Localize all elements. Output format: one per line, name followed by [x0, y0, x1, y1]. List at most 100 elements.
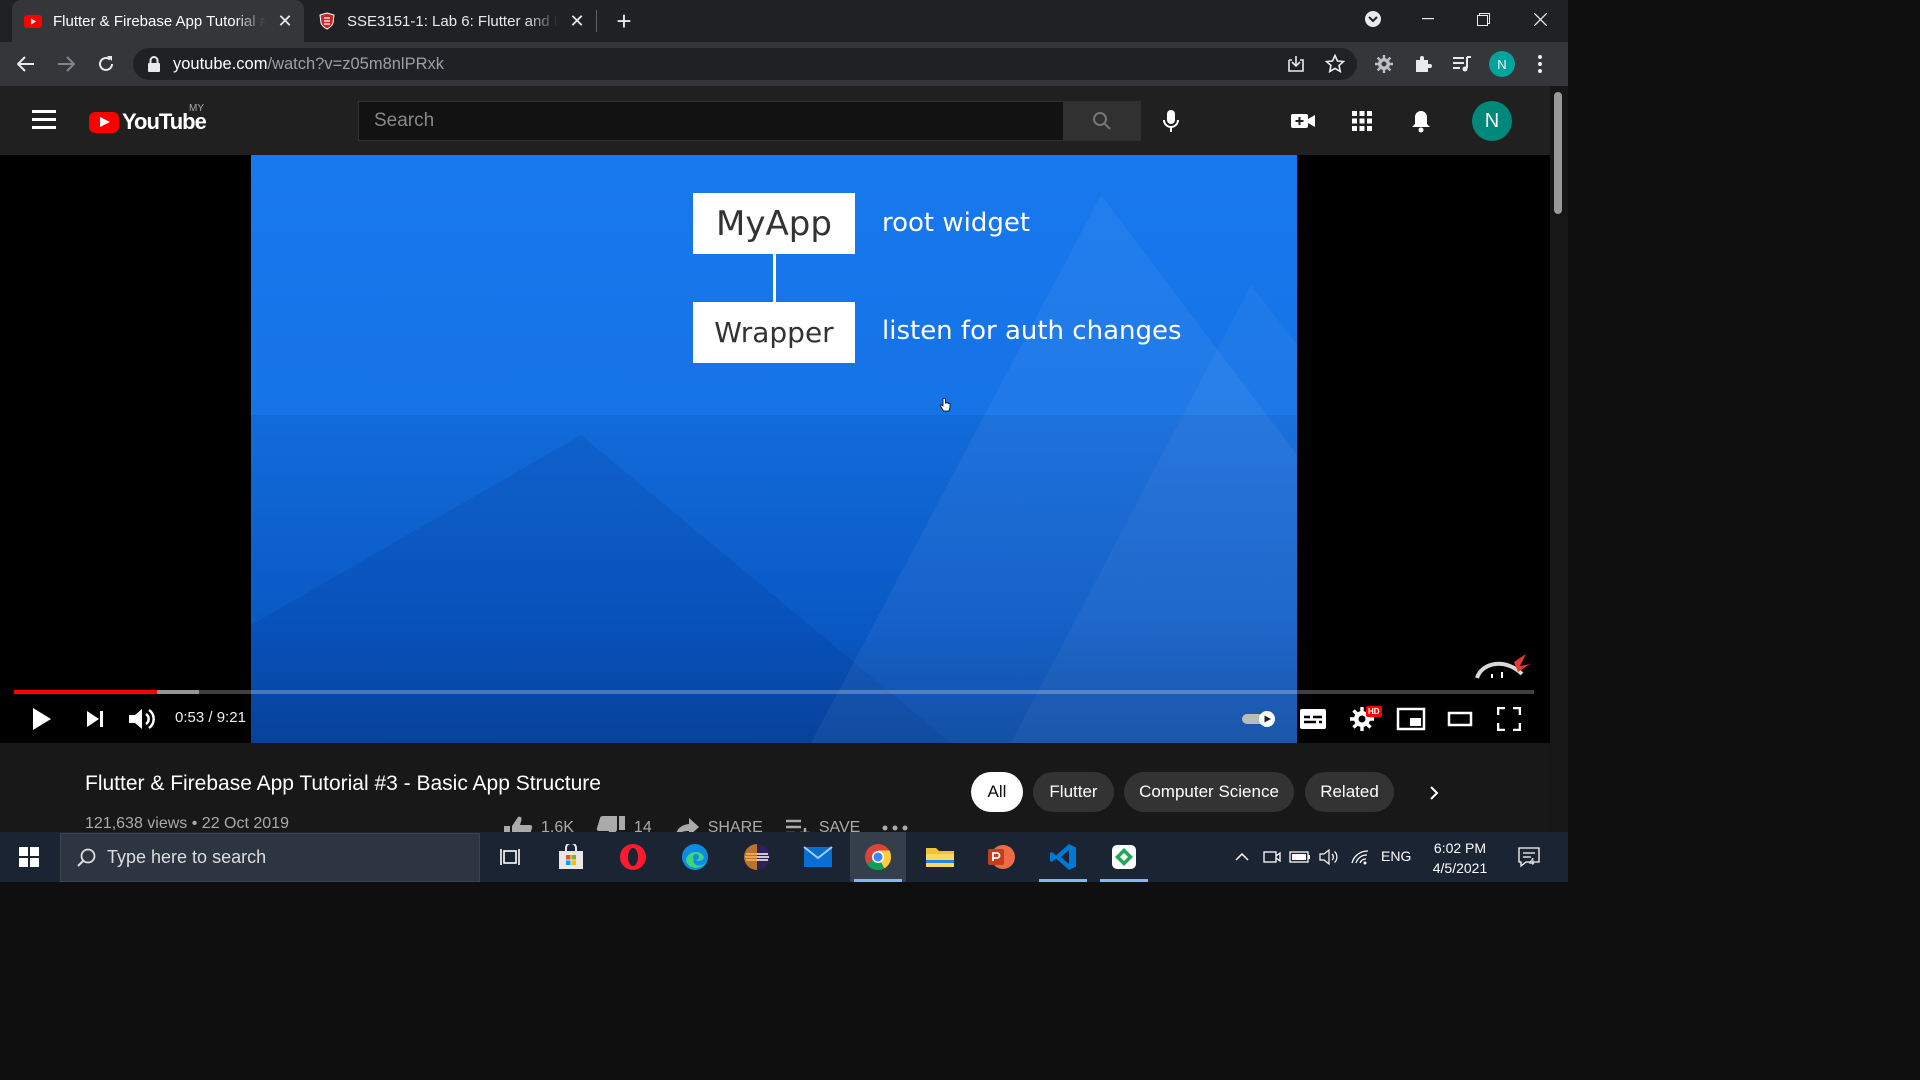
close-icon [1533, 12, 1547, 26]
minimize-icon [1422, 18, 1434, 20]
powerpoint-icon [988, 845, 1015, 869]
more-actions-button[interactable] [882, 825, 916, 831]
camera-icon [1263, 851, 1281, 863]
dislike-count: 14 [633, 819, 652, 832]
account-avatar[interactable]: N [1472, 101, 1512, 141]
taskbar-edge[interactable] [667, 832, 723, 882]
tray-wifi[interactable] [1349, 846, 1371, 868]
autoplay-toggle[interactable] [1240, 703, 1278, 735]
extension-gear-button[interactable] [1372, 52, 1396, 76]
notifications-button[interactable] [1408, 108, 1434, 134]
slide-box-myapp: MyApp [693, 193, 855, 254]
start-button[interactable] [0, 832, 58, 882]
scrollbar-thumb[interactable] [1554, 92, 1562, 214]
chrome-menu-button[interactable] [1530, 52, 1550, 76]
bookmark-star-button[interactable] [1325, 54, 1345, 74]
opera-icon [620, 844, 646, 870]
taskbar-opera[interactable] [605, 832, 661, 882]
taskbar-vscode[interactable] [1035, 832, 1091, 882]
miniplayer-button[interactable] [1395, 703, 1427, 735]
tab-lab6[interactable]: SSE3151-1: Lab 6: Flutter and Firebase ✕ [306, 0, 596, 42]
close-window-button[interactable] [1515, 0, 1565, 38]
dislike-button[interactable]: 14 [596, 815, 652, 832]
tab-search-button[interactable] [1348, 0, 1398, 38]
taskbar-mail[interactable] [790, 832, 846, 882]
search-input[interactable] [374, 110, 1034, 132]
tray-meet-now[interactable] [1261, 846, 1283, 868]
chips-next-button[interactable] [1423, 782, 1445, 804]
video-actions: 1.6K 14 SHARE SAVE [503, 815, 938, 832]
tab-title: SSE3151-1: Lab 6: Flutter and Firebase [347, 12, 558, 30]
miniplayer-icon [1396, 707, 1426, 731]
taskbar-file-explorer[interactable] [912, 832, 968, 882]
mute-button[interactable] [126, 703, 158, 735]
vscode-icon [1050, 844, 1076, 870]
restore-icon [1476, 12, 1490, 26]
address-bar[interactable]: youtube.com/watch?v=z05m8nlPRxk [133, 48, 1357, 80]
forward-button[interactable] [52, 50, 80, 78]
search-icon [1093, 112, 1111, 130]
chrome-profile-avatar[interactable]: N [1489, 51, 1515, 77]
tab-youtube[interactable]: Flutter & Firebase App Tutorial #3 - Bas… [12, 0, 304, 42]
hd-badge: HD [1366, 706, 1382, 717]
minimize-window-button[interactable] [1403, 0, 1453, 38]
country-code: MY [189, 103, 204, 114]
play-button[interactable] [28, 703, 56, 735]
fullscreen-button[interactable] [1494, 703, 1524, 735]
chip-flutter[interactable]: Flutter [1033, 772, 1114, 812]
extensions-button[interactable] [1411, 52, 1435, 76]
tray-battery[interactable] [1289, 846, 1311, 868]
new-tab-button[interactable]: + [610, 6, 638, 36]
task-view-button[interactable] [482, 832, 538, 882]
taskbar-chrome[interactable] [850, 832, 906, 882]
apps-grid-button[interactable] [1349, 108, 1375, 134]
progress-bar[interactable] [14, 690, 1534, 694]
apps-grid-icon [1352, 111, 1372, 131]
tray-volume[interactable] [1318, 846, 1340, 868]
reload-button[interactable] [92, 50, 120, 78]
taskbar-eclipse[interactable] [729, 832, 785, 882]
save-button[interactable]: SAVE [785, 818, 860, 832]
windows-logo-icon [19, 847, 39, 867]
browser-toolbar: youtube.com/watch?v=z05m8nlPRxk N [0, 42, 1568, 86]
taskbar-powerpoint[interactable] [973, 832, 1029, 882]
media-control-button[interactable] [1450, 52, 1474, 76]
create-video-button[interactable] [1290, 108, 1316, 134]
search-box [358, 101, 1063, 141]
chip-all[interactable]: All [971, 772, 1023, 812]
microsoft-store-icon [559, 844, 583, 869]
bell-icon [1412, 111, 1430, 133]
restore-window-button[interactable] [1458, 0, 1508, 38]
playlist-music-icon [1453, 56, 1471, 72]
search-icon [77, 848, 96, 867]
youtube-logo[interactable]: YouTube MY [89, 103, 207, 135]
close-tab-icon[interactable]: ✕ [274, 10, 296, 32]
channel-watermark-icon[interactable] [1474, 652, 1532, 680]
mail-icon [803, 846, 833, 867]
guide-menu-icon[interactable] [32, 110, 56, 130]
taskbar-clock[interactable]: 6:02 PM 4/5/2021 [1425, 838, 1495, 878]
search-button[interactable] [1063, 101, 1141, 141]
theater-mode-button[interactable] [1445, 703, 1475, 735]
next-video-button[interactable] [82, 703, 108, 735]
clock-time: 6:02 PM [1433, 840, 1487, 856]
like-button[interactable]: 1.6K [503, 815, 574, 832]
back-button[interactable] [12, 50, 40, 78]
taskbar-search-box[interactable]: Type here to search [60, 833, 480, 882]
video-frame[interactable]: MyApp Wrapper root widget listen for aut… [251, 155, 1297, 743]
thumbs-up-icon [504, 816, 533, 832]
share-button[interactable]: SHARE [674, 817, 763, 832]
taskbar-microsoft-store[interactable] [543, 832, 599, 882]
close-tab-icon[interactable]: ✕ [566, 10, 588, 32]
video-player[interactable]: MyApp Wrapper root widget listen for aut… [0, 155, 1550, 743]
show-hidden-icons-button[interactable] [1231, 846, 1253, 868]
chip-computer-science[interactable]: Computer Science [1124, 772, 1294, 812]
time-display: 0:53 / 9:21 [175, 709, 246, 726]
subtitles-button[interactable] [1298, 703, 1328, 735]
voice-search-button[interactable] [1158, 108, 1184, 134]
install-app-button[interactable] [1286, 54, 1306, 74]
slide-box-wrapper: Wrapper [693, 302, 855, 363]
taskbar-app-green[interactable] [1096, 832, 1152, 882]
chip-related[interactable]: Related [1305, 772, 1394, 812]
tray-language[interactable]: ENG [1381, 848, 1411, 864]
